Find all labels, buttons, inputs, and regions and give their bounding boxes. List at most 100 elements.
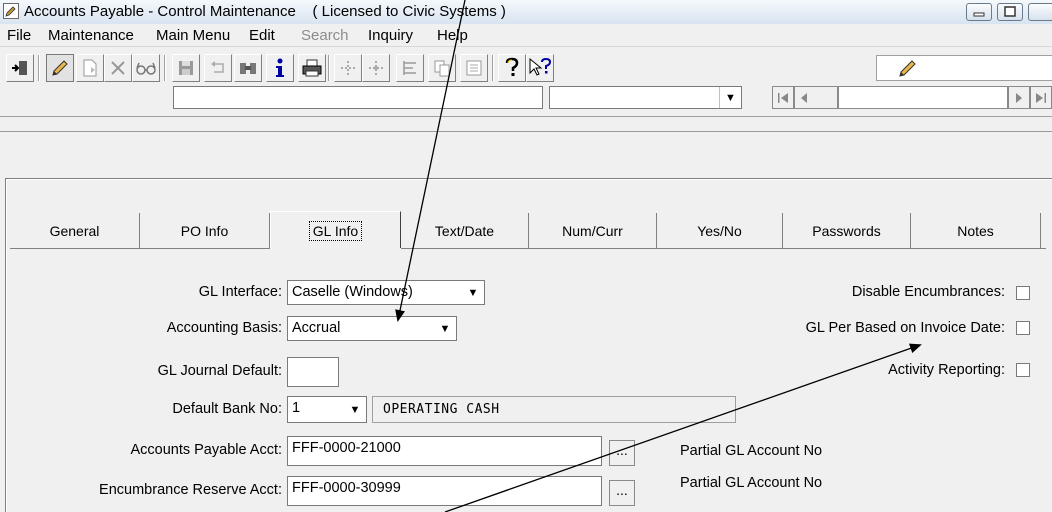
tab-text-date[interactable]: Text/Date: [401, 213, 529, 249]
help-icon: [505, 57, 519, 76]
toolbar-separator: [164, 55, 166, 81]
minimize-button[interactable]: [966, 3, 992, 21]
context-help-button[interactable]: [526, 54, 554, 82]
form-area-border: [5, 178, 1052, 179]
previous-record-icon: [801, 92, 807, 103]
delete-button[interactable]: [104, 54, 132, 82]
menu-help[interactable]: Help: [437, 27, 468, 44]
gl-interface-select[interactable]: Caselle (Windows) ▼: [287, 280, 485, 305]
move-all-icon: [369, 61, 383, 75]
gl-journal-default-label: GL Journal Default:: [157, 363, 282, 379]
accounting-basis-select[interactable]: Accrual ▼: [287, 316, 457, 341]
app-pencil-icon: [3, 3, 19, 19]
edit-mode-pencil-icon: [899, 60, 916, 77]
delete-icon: [111, 61, 125, 75]
view-button[interactable]: [132, 54, 160, 82]
mode-indicator: [876, 55, 1052, 81]
title-bar: Accounts Payable - Control Maintenance (…: [0, 0, 1052, 25]
chevron-down-icon[interactable]: ▼: [462, 281, 484, 304]
exit-button[interactable]: [6, 54, 34, 82]
tab-yes-no[interactable]: Yes/No: [657, 213, 783, 249]
info-button[interactable]: [266, 54, 294, 82]
tab-po-info[interactable]: PO Info: [140, 213, 270, 249]
tab-bar: General PO Info GL Info Text/Date Num/Cu…: [0, 211, 1052, 249]
record-select[interactable]: ▼: [549, 86, 742, 109]
tab-label: Notes: [957, 223, 994, 239]
default-bank-no-value: 1: [292, 400, 301, 416]
activity-reporting-checkbox[interactable]: [1016, 363, 1030, 377]
accounting-basis-label: Accounting Basis:: [166, 320, 282, 336]
tab-passwords[interactable]: Passwords: [783, 213, 911, 249]
nav-divider: [0, 116, 1052, 117]
previous-record-button[interactable]: [794, 86, 838, 109]
print-icon: [302, 59, 322, 77]
new-record-button[interactable]: [76, 54, 104, 82]
disable-encumbrances-checkbox[interactable]: [1016, 286, 1030, 300]
activity-reporting-label: Activity Reporting:: [888, 362, 1005, 378]
active-tab-gap: [270, 248, 401, 249]
edit-pencil-icon: [52, 60, 68, 76]
undo-button[interactable]: [204, 54, 232, 82]
move-button[interactable]: [334, 54, 362, 82]
new-record-icon: [83, 59, 97, 77]
tab-label: PO Info: [180, 223, 229, 239]
accounts-payable-lookup-button[interactable]: ...: [609, 440, 635, 466]
chevron-down-icon[interactable]: ▼: [434, 317, 456, 340]
default-bank-no-select[interactable]: 1 ▼: [287, 396, 367, 423]
accounts-payable-acct-label: Accounts Payable Acct:: [130, 442, 282, 458]
menu-search[interactable]: Search: [301, 27, 349, 44]
tab-label: GL Info: [308, 220, 363, 241]
menu-bar: File Maintenance Main Menu Edit Search I…: [0, 24, 1052, 47]
encumbrance-reserve-hint: Partial GL Account No: [680, 475, 823, 491]
toolbar-separator: [492, 55, 494, 81]
record-position-field: [838, 86, 1008, 109]
menu-maintenance[interactable]: Maintenance: [48, 27, 134, 44]
tab-num-curr[interactable]: Num/Curr: [529, 213, 657, 249]
tab-label: Passwords: [812, 223, 881, 239]
gl-interface-value: Caselle (Windows): [292, 284, 413, 300]
report-button[interactable]: [460, 54, 488, 82]
gl-per-invoice-date-checkbox[interactable]: [1016, 321, 1030, 335]
chevron-down-icon[interactable]: ▼: [344, 397, 366, 422]
encumbrance-reserve-acct-input[interactable]: FFF-0000-30999: [287, 476, 602, 506]
context-help-icon: [529, 57, 552, 76]
copy-button[interactable]: [428, 54, 456, 82]
undo-icon: [211, 61, 224, 73]
tab-gl-info[interactable]: GL Info: [270, 211, 401, 249]
menu-edit[interactable]: Edit: [249, 27, 275, 44]
edit-button[interactable]: [46, 54, 74, 82]
find-binoculars-icon: [240, 63, 256, 74]
encumbrance-reserve-lookup-button[interactable]: ...: [609, 480, 635, 506]
toolbar-separator: [38, 55, 40, 81]
report-icon: [466, 60, 482, 76]
last-record-button[interactable]: [1030, 86, 1052, 109]
help-button[interactable]: [498, 54, 526, 82]
menu-inquiry[interactable]: Inquiry: [368, 27, 413, 44]
print-button[interactable]: [298, 54, 326, 82]
chevron-down-icon[interactable]: ▼: [719, 87, 741, 108]
close-button[interactable]: [1028, 3, 1052, 21]
first-record-button[interactable]: [772, 86, 794, 109]
save-button[interactable]: [172, 54, 200, 82]
maximize-icon: [1004, 6, 1016, 17]
next-record-button[interactable]: [1008, 86, 1030, 109]
view-glasses-icon: [136, 62, 156, 75]
record-key-field[interactable]: [173, 86, 543, 109]
find-button[interactable]: [234, 54, 262, 82]
tab-general[interactable]: General: [10, 213, 140, 249]
tab-label: Text/Date: [434, 223, 495, 239]
list-icon: [403, 61, 416, 75]
list-button[interactable]: [396, 54, 424, 82]
gl-journal-default-input[interactable]: [287, 357, 339, 387]
default-bank-no-label: Default Bank No:: [172, 401, 282, 417]
menu-file[interactable]: File: [7, 27, 31, 44]
move-all-button[interactable]: [362, 54, 390, 82]
accounts-payable-acct-input[interactable]: FFF-0000-21000: [287, 436, 602, 466]
tab-notes[interactable]: Notes: [911, 213, 1041, 249]
gl-interface-label: GL Interface:: [198, 284, 282, 300]
menu-main-menu[interactable]: Main Menu: [156, 27, 230, 44]
encumbrance-reserve-acct-label: Encumbrance Reserve Acct:: [99, 482, 282, 498]
window-title: Accounts Payable - Control Maintenance (…: [24, 3, 506, 20]
last-record-icon: [1036, 92, 1046, 103]
maximize-button[interactable]: [997, 3, 1023, 21]
